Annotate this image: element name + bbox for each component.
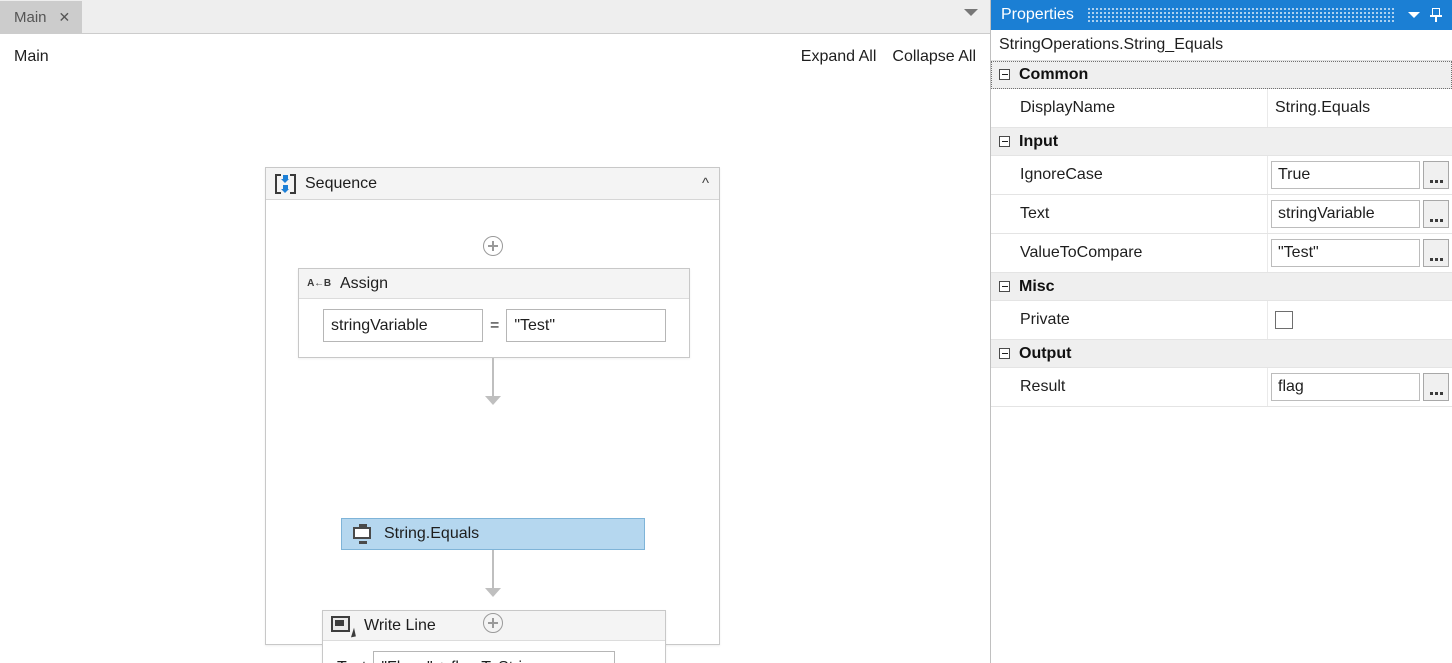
property-value-cell[interactable]: True <box>1268 156 1452 194</box>
expand-all-link[interactable]: Expand All <box>801 48 877 66</box>
string-equals-activity[interactable]: String.Equals <box>341 518 645 550</box>
property-value-input[interactable]: "Test" <box>1271 239 1420 267</box>
sequence-body: A←B Assign stringVariable = "Test" Strin… <box>266 200 719 663</box>
property-group-misc[interactable]: Misc <box>991 273 1452 301</box>
tab-main-label: Main <box>14 8 47 26</box>
connector-arrow <box>485 588 501 597</box>
property-editor-button[interactable] <box>1423 239 1449 267</box>
breadcrumb-actions: Expand All Collapse All <box>801 48 976 66</box>
private-checkbox[interactable] <box>1275 311 1293 329</box>
assign-operator: = <box>490 316 500 334</box>
property-group-label: Misc <box>1019 277 1055 295</box>
properties-object-name: StringOperations.String_Equals <box>991 30 1452 61</box>
collapse-icon[interactable] <box>999 348 1010 359</box>
property-value-cell[interactable]: stringVariable <box>1268 195 1452 233</box>
breadcrumb[interactable]: Main <box>14 48 49 66</box>
chevron-down-icon[interactable] <box>964 9 978 16</box>
activity-monitor-icon <box>352 524 374 544</box>
property-group-output[interactable]: Output <box>991 340 1452 368</box>
sequence-title: Sequence <box>305 174 378 192</box>
panel-pin-button[interactable] <box>1428 7 1444 23</box>
property-row-ignorecase[interactable]: IgnoreCase True <box>991 156 1452 195</box>
properties-grid: Common DisplayName String.Equals Input I… <box>991 61 1452 407</box>
assign-title: Assign <box>340 274 389 292</box>
chevron-down-icon <box>1408 12 1420 18</box>
assign-activity[interactable]: A←B Assign stringVariable = "Test" <box>298 268 690 358</box>
property-name: Private <box>991 301 1268 339</box>
sequence-activity[interactable]: Sequence ^ A←B Assign stringVariable = "… <box>265 167 720 663</box>
assign-body: stringVariable = "Test" <box>299 299 689 354</box>
designer-pane: Main ✕ Main Expand All Collapse All Sequ… <box>0 0 990 663</box>
panel-menu-button[interactable] <box>1408 12 1420 18</box>
connector-arrow <box>485 396 501 405</box>
assign-icon: A←B <box>307 278 331 289</box>
property-group-label: Input <box>1019 132 1059 150</box>
properties-titlebar: Properties <box>991 0 1452 30</box>
assign-header[interactable]: A←B Assign <box>299 269 689 299</box>
property-row-private[interactable]: Private <box>991 301 1452 340</box>
assign-to-input[interactable]: stringVariable <box>323 309 483 342</box>
tab-strip: Main ✕ <box>0 0 990 34</box>
property-value-input[interactable]: flag <box>1271 373 1420 401</box>
property-group-label: Common <box>1019 65 1089 83</box>
property-editor-button[interactable] <box>1423 373 1449 401</box>
workflow-designer-window: Main ✕ Main Expand All Collapse All Sequ… <box>0 0 1452 663</box>
write-line-title: Write Line <box>364 616 436 634</box>
write-line-body: Text "Flag: " + flag.ToString <box>323 641 665 663</box>
property-value-input[interactable]: stringVariable <box>1271 200 1420 228</box>
chevron-double-up-icon[interactable]: ^ <box>702 176 711 191</box>
pin-icon <box>1428 7 1444 23</box>
add-activity-bottom-button[interactable] <box>483 613 503 633</box>
panel-grip[interactable] <box>1087 8 1394 22</box>
property-editor-button[interactable] <box>1423 200 1449 228</box>
properties-title: Properties <box>1001 6 1074 23</box>
property-value-cell[interactable]: String.Equals <box>1268 89 1452 127</box>
collapse-icon[interactable] <box>999 281 1010 292</box>
string-equals-title: String.Equals <box>384 525 480 542</box>
collapse-icon[interactable] <box>999 136 1010 147</box>
property-row-text[interactable]: Text stringVariable <box>991 195 1452 234</box>
breadcrumb-bar: Main Expand All Collapse All <box>0 34 990 80</box>
property-group-common[interactable]: Common <box>991 61 1452 89</box>
properties-pane: Properties StringOperations.String_Equal… <box>990 0 1452 663</box>
collapse-icon[interactable] <box>999 69 1010 80</box>
property-value-cell[interactable] <box>1268 301 1452 339</box>
property-name: Text <box>991 195 1268 233</box>
property-name: DisplayName <box>991 89 1268 127</box>
sequence-header[interactable]: Sequence ^ <box>266 168 719 200</box>
add-activity-top-button[interactable] <box>483 236 503 256</box>
write-line-icon <box>331 615 356 637</box>
property-editor-button[interactable] <box>1423 161 1449 189</box>
property-row-displayname[interactable]: DisplayName String.Equals <box>991 89 1452 128</box>
property-value-input[interactable]: True <box>1271 161 1420 189</box>
property-group-input[interactable]: Input <box>991 128 1452 156</box>
property-value[interactable]: String.Equals <box>1271 99 1370 117</box>
sequence-icon <box>275 173 296 194</box>
collapse-all-link[interactable]: Collapse All <box>892 48 976 66</box>
property-name: IgnoreCase <box>991 156 1268 194</box>
write-line-text-input[interactable]: "Flag: " + flag.ToString <box>373 651 616 663</box>
property-name: Result <box>991 368 1268 406</box>
close-icon[interactable]: ✕ <box>59 10 71 24</box>
property-name: ValueToCompare <box>991 234 1268 272</box>
tab-main[interactable]: Main ✕ <box>0 1 83 33</box>
property-row-result[interactable]: Result flag <box>991 368 1452 407</box>
property-value-cell[interactable]: flag <box>1268 368 1452 406</box>
assign-value-input[interactable]: "Test" <box>506 309 667 342</box>
property-group-label: Output <box>1019 344 1072 362</box>
property-value-cell[interactable]: "Test" <box>1268 234 1452 272</box>
workflow-canvas[interactable]: Sequence ^ A←B Assign stringVariable = "… <box>0 79 990 663</box>
write-line-text-label: Text <box>337 659 366 663</box>
property-row-valuetocompare[interactable]: ValueToCompare "Test" <box>991 234 1452 273</box>
connector-line <box>492 358 494 401</box>
connector-line <box>492 550 494 593</box>
